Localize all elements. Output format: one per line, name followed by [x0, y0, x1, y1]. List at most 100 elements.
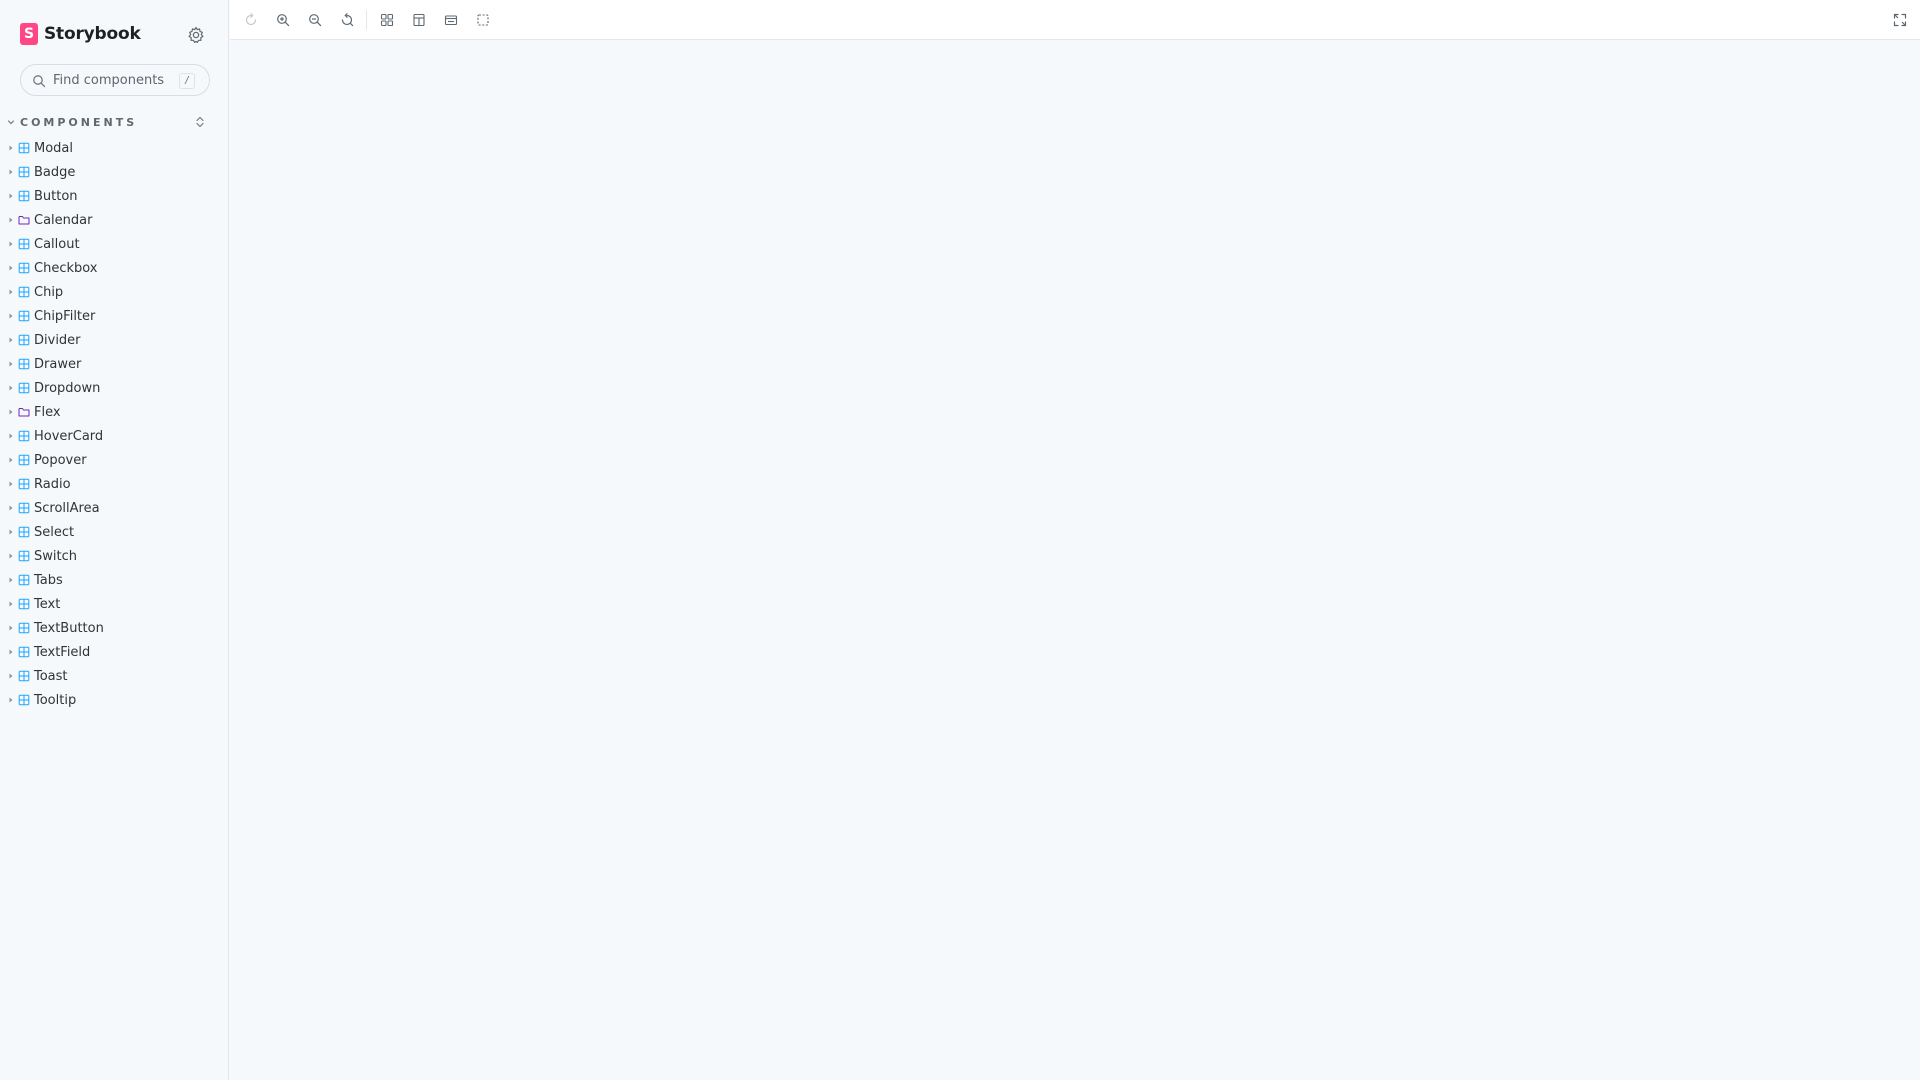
zoom-in-button[interactable]	[274, 11, 292, 29]
sidebar-item-checkbox[interactable]: Checkbox	[0, 256, 228, 280]
chevron-right-icon	[9, 481, 13, 487]
chevron-right-icon	[9, 553, 13, 559]
component-icon	[18, 694, 30, 706]
sidebar-item-toast[interactable]: Toast	[0, 664, 228, 688]
sidebar-item-drawer[interactable]: Drawer	[0, 352, 228, 376]
sidebar-item-popover[interactable]: Popover	[0, 448, 228, 472]
chevron-down-icon	[7, 120, 15, 125]
sidebar-item-label: Divider	[34, 332, 81, 348]
chevron-right-icon	[9, 601, 13, 607]
chevron-right-icon	[9, 625, 13, 631]
component-icon	[18, 478, 30, 490]
sidebar-item-hovercard[interactable]: HoverCard	[0, 424, 228, 448]
sidebar-item-select[interactable]: Select	[0, 520, 228, 544]
zoom-in-icon	[277, 14, 290, 27]
chevron-right-icon	[9, 169, 13, 175]
background-button[interactable]	[410, 11, 428, 29]
sidebar-item-label: Calendar	[34, 212, 93, 228]
sidebar-item-radio[interactable]: Radio	[0, 472, 228, 496]
settings-button[interactable]	[186, 25, 206, 45]
chevron-right-icon	[9, 457, 13, 463]
sidebar-item-divider[interactable]: Divider	[0, 328, 228, 352]
chevron-right-icon	[9, 577, 13, 583]
chevron-right-icon	[9, 433, 13, 439]
sidebar-item-badge[interactable]: Badge	[0, 160, 228, 184]
chevron-right-icon	[9, 385, 13, 391]
search-icon	[33, 75, 46, 88]
folder-icon	[18, 408, 30, 417]
sidebar-item-callout[interactable]: Callout	[0, 232, 228, 256]
search-box: /	[20, 64, 210, 96]
component-icon	[18, 574, 30, 586]
component-icon	[18, 598, 30, 610]
sidebar-item-textbutton[interactable]: TextButton	[0, 616, 228, 640]
sidebar-item-text[interactable]: Text	[0, 592, 228, 616]
sidebar-item-label: Checkbox	[34, 260, 98, 276]
sidebar-item-modal[interactable]: Modal	[0, 136, 228, 160]
component-icon	[18, 262, 30, 274]
zoom-out-icon	[309, 14, 322, 27]
background-icon	[413, 13, 425, 27]
brand[interactable]: S Storybook	[20, 22, 141, 46]
component-icon	[18, 334, 30, 346]
preview-canvas[interactable]	[230, 41, 1920, 1080]
fullscreen-button[interactable]	[1891, 11, 1909, 29]
sidebar-item-label: ScrollArea	[34, 500, 100, 516]
sidebar-item-chipfilter[interactable]: ChipFilter	[0, 304, 228, 328]
toolbar	[230, 0, 1920, 40]
viewport-icon	[444, 15, 458, 26]
section-header-components[interactable]: COMPONENTS	[6, 114, 216, 130]
chevron-right-icon	[9, 145, 13, 151]
sidebar-item-dropdown[interactable]: Dropdown	[0, 376, 228, 400]
component-icon	[18, 286, 30, 298]
brand-name: Storybook	[44, 24, 141, 44]
sidebar-item-label: Callout	[34, 236, 80, 252]
toolbar-separator	[366, 10, 367, 30]
component-icon	[18, 382, 30, 394]
component-tree: Modal Badge Button Calendar Callout Checkbox C…	[0, 136, 228, 712]
chevron-right-icon	[9, 361, 13, 367]
sidebar-item-tooltip[interactable]: Tooltip	[0, 688, 228, 712]
component-icon	[18, 454, 30, 466]
chevron-right-icon	[9, 217, 13, 223]
chevron-right-icon	[9, 505, 13, 511]
reset-zoom-button[interactable]	[338, 11, 356, 29]
reload-icon	[245, 13, 257, 26]
sidebar-item-label: Switch	[34, 548, 77, 564]
sidebar-item-textfield[interactable]: TextField	[0, 640, 228, 664]
reload-button[interactable]	[242, 11, 260, 29]
storybook-logo-icon: S	[20, 23, 38, 45]
fullscreen-icon	[1893, 13, 1907, 27]
sidebar-item-chip[interactable]: Chip	[0, 280, 228, 304]
search-input[interactable]	[51, 69, 181, 91]
reset-zoom-icon	[341, 13, 354, 27]
chevron-right-icon	[9, 289, 13, 295]
sidebar-item-label: Tabs	[34, 572, 63, 588]
chevron-right-icon	[9, 265, 13, 271]
sidebar-item-scrollarea[interactable]: ScrollArea	[0, 496, 228, 520]
viewport-button[interactable]	[442, 11, 460, 29]
component-icon	[18, 142, 30, 154]
folder-icon	[18, 216, 30, 225]
outline-button[interactable]	[474, 11, 492, 29]
sidebar-item-switch[interactable]: Switch	[0, 544, 228, 568]
sidebar-item-label: Modal	[34, 140, 73, 156]
sidebar-item-label: Badge	[34, 164, 76, 180]
sidebar-item-label: TextField	[34, 644, 91, 660]
expand-collapse-all-icon[interactable]	[193, 115, 207, 129]
sidebar-item-flex[interactable]: Flex	[0, 400, 228, 424]
component-icon	[18, 166, 30, 178]
sidebar-item-label: HoverCard	[34, 428, 104, 444]
zoom-out-button[interactable]	[306, 11, 324, 29]
sidebar-item-calendar[interactable]: Calendar	[0, 208, 228, 232]
sidebar-item-button[interactable]: Button	[0, 184, 228, 208]
chevron-right-icon	[9, 241, 13, 247]
component-icon	[18, 358, 30, 370]
sidebar-item-label: Flex	[34, 404, 61, 420]
sidebar-item-tabs[interactable]: Tabs	[0, 568, 228, 592]
sidebar: S Storybook / COMPONENTS Modal Badge Butto…	[0, 0, 229, 1080]
chevron-right-icon	[9, 409, 13, 415]
chevron-right-icon	[9, 529, 13, 535]
component-icon	[18, 646, 30, 658]
grid-button[interactable]	[378, 11, 396, 29]
